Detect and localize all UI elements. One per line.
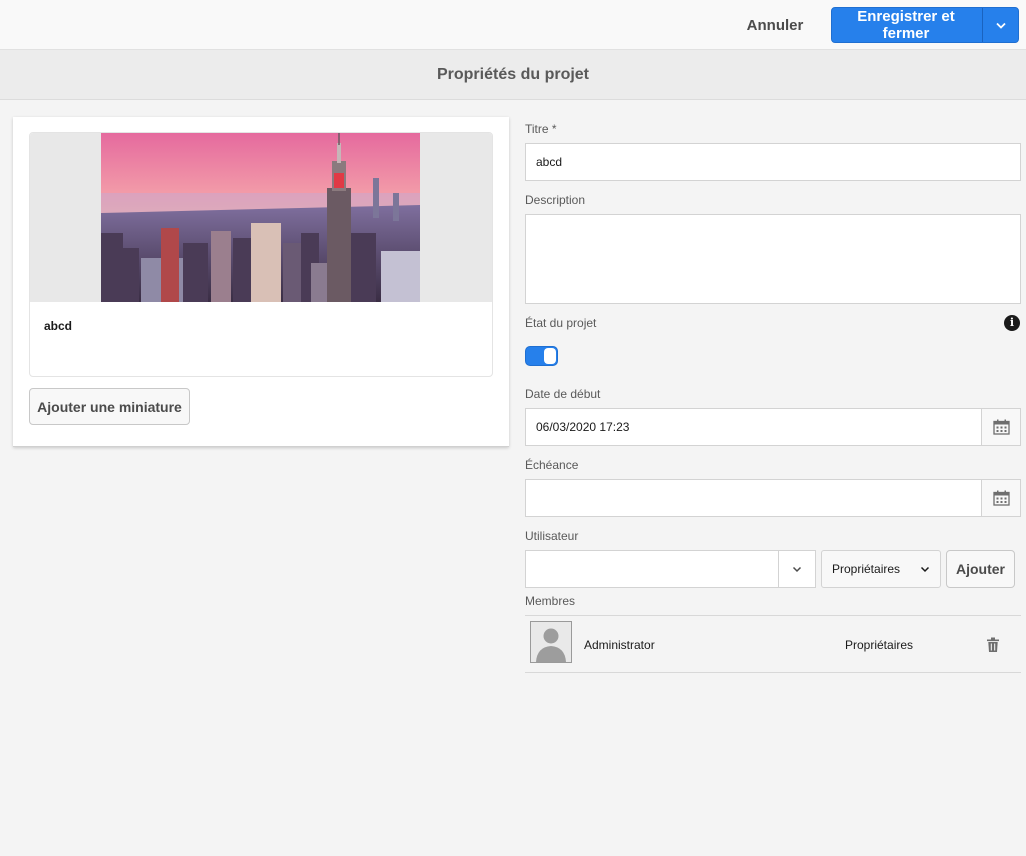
- save-options-button[interactable]: [982, 8, 1018, 42]
- description-label: Description: [525, 193, 586, 207]
- info-icon[interactable]: i: [1004, 315, 1020, 331]
- role-select[interactable]: Propriétaires: [821, 550, 941, 588]
- thumbnail-panel: abcd Ajouter une miniature: [13, 117, 509, 447]
- start-date-label: Date de début: [525, 387, 601, 401]
- calendar-icon: [992, 419, 1010, 435]
- user-label: Utilisateur: [525, 529, 579, 543]
- status-toggle[interactable]: [525, 346, 558, 366]
- start-date-calendar-button[interactable]: [981, 409, 1020, 445]
- save-and-close-button[interactable]: Enregistrer et fermer: [832, 8, 982, 42]
- chevron-down-icon: [995, 22, 1006, 29]
- status-label: État du projet: [525, 316, 597, 330]
- member-name: Administrator: [584, 638, 655, 652]
- user-dropdown-button[interactable]: [778, 551, 815, 587]
- save-button-group: Enregistrer et fermer: [831, 7, 1019, 43]
- start-date-field: [525, 408, 1021, 446]
- cancel-button[interactable]: Annuler: [738, 7, 812, 43]
- due-date-input[interactable]: [526, 480, 981, 516]
- user-input[interactable]: [526, 551, 778, 587]
- role-select-value: Propriétaires: [832, 562, 901, 576]
- city-skyline-image: [101, 133, 420, 302]
- action-bar: Annuler Enregistrer et fermer: [0, 0, 1026, 50]
- add-member-button[interactable]: Ajouter: [946, 550, 1015, 588]
- user-silhouette-icon: [531, 622, 571, 662]
- due-date-calendar-button[interactable]: [981, 480, 1020, 516]
- thumbnail-area: [30, 133, 492, 302]
- toggle-knob: [544, 348, 556, 364]
- user-autocomplete: [525, 550, 816, 588]
- calendar-icon: [992, 490, 1010, 506]
- chevron-down-icon: [920, 566, 930, 572]
- title-input[interactable]: [525, 143, 1021, 181]
- title-label: Titre *: [525, 122, 557, 136]
- page-title: Propriétés du projet: [436, 66, 590, 83]
- member-role: Propriétaires: [845, 638, 914, 652]
- avatar: [530, 621, 572, 663]
- add-thumbnail-button[interactable]: Ajouter une miniature: [29, 388, 190, 425]
- trash-icon[interactable]: [986, 637, 1000, 653]
- description-textarea[interactable]: [525, 214, 1021, 304]
- start-date-input[interactable]: [526, 409, 981, 445]
- chevron-down-icon: [792, 566, 802, 572]
- members-label: Membres: [525, 594, 576, 608]
- project-card: abcd: [29, 132, 493, 377]
- member-row: Administrator Propriétaires: [525, 615, 1021, 673]
- due-date-field: [525, 479, 1021, 517]
- title-bar: Propriétés du projet: [0, 50, 1026, 100]
- due-date-label: Échéance: [525, 458, 579, 472]
- project-card-title: abcd: [44, 319, 73, 333]
